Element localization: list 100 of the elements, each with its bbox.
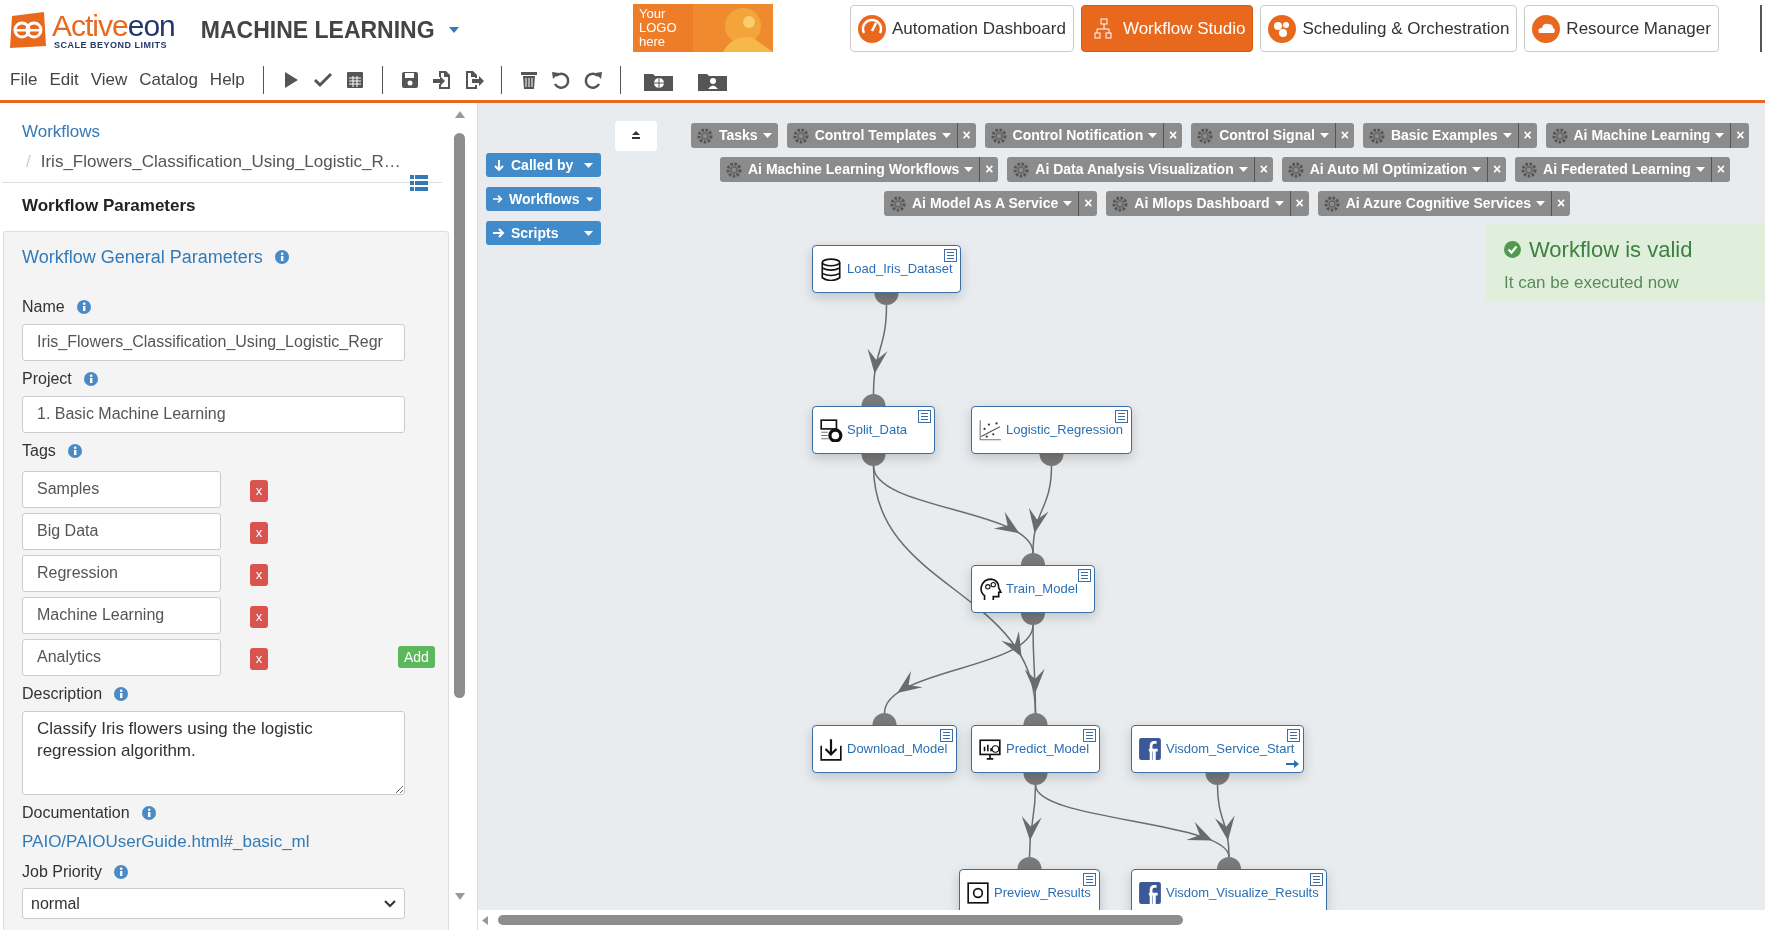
- document-icon[interactable]: [1083, 729, 1096, 742]
- category-dropdown[interactable]: Ai Machine Learning: [1545, 123, 1731, 148]
- task-node[interactable]: Visdom_Service_Start: [1131, 725, 1304, 773]
- close-button[interactable]: ×: [1730, 123, 1750, 148]
- portal-button[interactable]: Scheduling & Orchestration: [1260, 5, 1518, 52]
- category-dropdown[interactable]: Basic Examples: [1362, 123, 1518, 148]
- category-dropdown[interactable]: Ai Federated Learning: [1515, 157, 1711, 182]
- priority-select[interactable]: normal: [22, 888, 405, 919]
- remove-button[interactable]: x: [250, 522, 268, 544]
- task-node[interactable]: Visdom_Visualize_Results: [1131, 869, 1327, 910]
- breadcrumb-link[interactable]: Workflows: [22, 119, 442, 145]
- node-label: Load_Iris_Dataset: [847, 260, 953, 279]
- cloud-icon: [1532, 14, 1561, 43]
- task-node[interactable]: Download_Model: [812, 725, 957, 773]
- category-dropdown[interactable]: Ai Azure Cognitive Services: [1317, 191, 1552, 216]
- toast-title: Workflow is valid: [1529, 236, 1693, 264]
- document-icon[interactable]: [1310, 873, 1323, 886]
- node-label: Preview_Results: [994, 884, 1091, 903]
- port-handle[interactable]: [861, 394, 886, 406]
- task-node[interactable]: Preview_Results: [959, 869, 1100, 910]
- toast-message: It can be executed now: [1504, 273, 1679, 292]
- document-icon[interactable]: [1083, 873, 1096, 886]
- close-button[interactable]: ×: [1487, 157, 1507, 182]
- category-dropdown[interactable]: Control Signal: [1191, 123, 1335, 148]
- category-dropdown[interactable]: Ai Model As A Service: [884, 191, 1079, 216]
- arrow-down-icon[interactable]: [455, 893, 465, 900]
- port-handle[interactable]: [1205, 773, 1230, 785]
- port-handle[interactable]: [1023, 713, 1048, 725]
- port-handle[interactable]: [872, 713, 897, 725]
- remove-button[interactable]: x: [250, 648, 268, 670]
- remove-button[interactable]: x: [250, 480, 268, 502]
- category-dropdown[interactable]: Ai Data Analysis Visualization: [1007, 157, 1254, 182]
- menu-item[interactable]: Edit: [43, 67, 85, 93]
- node-label: Logistic_Regression: [1006, 421, 1124, 440]
- caret-icon[interactable]: [448, 27, 459, 33]
- menu-item[interactable]: Catalog: [133, 67, 204, 93]
- import-icon[interactable]: [430, 69, 453, 91]
- dropdown-button[interactable]: Workflows: [486, 187, 601, 211]
- category-dropdown[interactable]: Tasks: [691, 123, 778, 148]
- node-label: Split_Data: [847, 421, 907, 440]
- document-icon[interactable]: [1115, 410, 1128, 423]
- port-handle[interactable]: [1021, 553, 1045, 565]
- port-handle[interactable]: [874, 293, 899, 305]
- task-node[interactable]: Predict_Model: [971, 725, 1100, 773]
- document-icon[interactable]: [918, 410, 931, 423]
- port-handle[interactable]: [1023, 773, 1048, 785]
- category-dropdown[interactable]: Control Notification: [984, 123, 1164, 148]
- document-icon[interactable]: [1078, 569, 1091, 582]
- logo-icon: [8, 10, 48, 50]
- document-icon[interactable]: [1287, 729, 1300, 742]
- remove-button[interactable]: x: [250, 564, 268, 586]
- port-handle[interactable]: [861, 454, 886, 466]
- caret-icon: [1148, 133, 1158, 138]
- task-node[interactable]: Train_Model: [971, 565, 1095, 613]
- close-button[interactable]: ×: [1078, 191, 1098, 216]
- port-handle[interactable]: [1021, 613, 1045, 625]
- port-handle[interactable]: [1039, 454, 1064, 466]
- port-handle[interactable]: [1217, 857, 1241, 869]
- input-field[interactable]: 1. Basic Machine Learning: [22, 395, 405, 433]
- undo-icon[interactable]: [549, 69, 572, 91]
- document-icon[interactable]: [940, 729, 953, 742]
- monitor-icon: [978, 737, 1002, 761]
- close-button[interactable]: ×: [1163, 123, 1183, 148]
- portal-button[interactable]: Workflow Studio: [1080, 5, 1254, 52]
- category-dropdown[interactable]: Ai Machine Learning Workflows: [720, 157, 980, 182]
- portal-button[interactable]: Automation Dashboard: [850, 5, 1074, 52]
- remove-button[interactable]: x: [250, 606, 268, 628]
- collapse-button[interactable]: [615, 121, 657, 151]
- input-field[interactable]: Iris_Flowers_Classification_Using_Logistic_Regr: [22, 323, 405, 361]
- menu-item[interactable]: Help: [203, 67, 251, 93]
- dropdown-button[interactable]: Called by: [486, 153, 601, 177]
- port-handle[interactable]: [1017, 857, 1042, 869]
- task-node[interactable]: Logistic_Regression: [971, 406, 1132, 454]
- description-field[interactable]: Classify Iris flowers using the logistic regression algorithm.: [22, 710, 405, 795]
- input-field[interactable]: Regression: [22, 554, 221, 592]
- close-button[interactable]: ×: [1551, 191, 1571, 216]
- documentation-link[interactable]: PAIO/PAIOUserGuide.html#_basic_ml: [22, 828, 448, 854]
- close-button[interactable]: ×: [979, 157, 999, 182]
- caret-icon: [1472, 167, 1482, 172]
- category-dropdown[interactable]: Control Templates: [786, 123, 957, 148]
- category-dropdown[interactable]: Ai Auto Ml Optimization: [1281, 157, 1488, 182]
- portal-button[interactable]: Resource Manager: [1524, 5, 1719, 52]
- input-field[interactable]: Samples: [22, 470, 221, 508]
- document-icon[interactable]: [944, 249, 957, 262]
- arrow-left-icon[interactable]: [482, 916, 488, 925]
- input-field[interactable]: Machine Learning: [22, 596, 221, 634]
- dropdown-button[interactable]: Scripts: [486, 221, 601, 245]
- task-node[interactable]: Split_Data: [812, 406, 935, 454]
- task-node[interactable]: Load_Iris_Dataset: [812, 245, 961, 293]
- info-icon: [274, 250, 289, 264]
- input-field[interactable]: Analytics: [22, 638, 221, 676]
- add-button[interactable]: Add: [398, 646, 435, 668]
- logo-tagline: SCALE BEYOND LIMITS: [54, 40, 168, 50]
- category-dropdown[interactable]: Ai Mlops Dashboard: [1106, 191, 1290, 216]
- menu-item[interactable]: File: [4, 67, 44, 93]
- list-icon[interactable]: [410, 175, 428, 191]
- node-label: Visdom_Visualize_Results: [1166, 884, 1319, 903]
- arrow-up-icon[interactable]: [455, 111, 465, 118]
- input-field[interactable]: Big Data: [22, 512, 221, 550]
- menu-item[interactable]: View: [84, 67, 134, 93]
